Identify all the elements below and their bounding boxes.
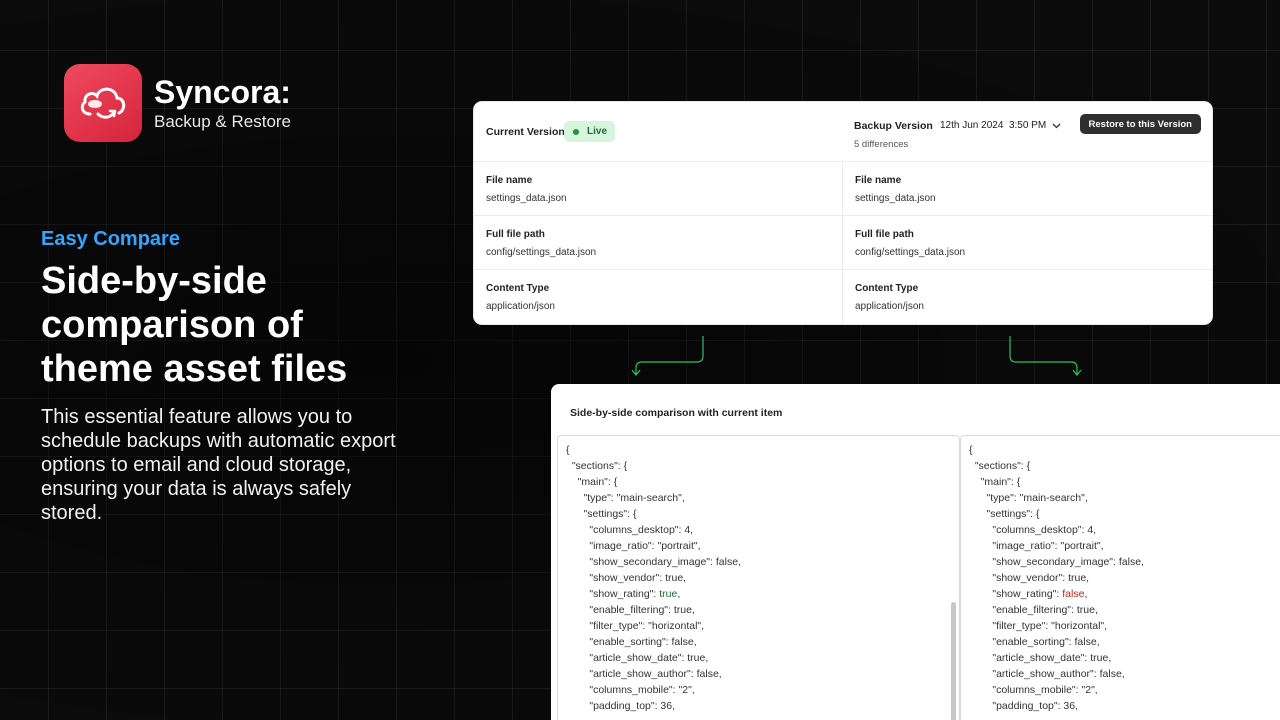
code-line: "filter_type": "horizontal", (969, 620, 1108, 632)
code-line: "columns_mobile": "2", (969, 684, 1098, 696)
code-line: "enable_sorting": false, (566, 636, 697, 648)
code-line: "image_ratio": "portrait", (969, 540, 1104, 552)
code-line: { (566, 444, 570, 456)
code-line: "article_show_date": true, (566, 652, 709, 664)
code-line: "settings": { (969, 508, 1040, 520)
code-line: "padding_top": 36, (566, 700, 676, 712)
code-line: "show_rating": true, (566, 588, 681, 600)
diff-value: false (1062, 588, 1085, 600)
code-line: "image_ratio": "portrait", (566, 540, 701, 552)
backup-code-pane[interactable]: { "sections": { "main": { "type": "main-… (960, 435, 1280, 720)
code-line: "main": { (566, 476, 618, 488)
code-line: "padding_top": 36, (969, 700, 1079, 712)
code-line: "show_secondary_image": false, (969, 556, 1144, 568)
code-line: "show_secondary_image": false, (566, 556, 741, 568)
code-line: "sections": { (969, 460, 1031, 472)
code-line: "show_vendor": true, (969, 572, 1090, 584)
scrollbar[interactable] (951, 602, 956, 720)
current-code: { "sections": { "main": { "type": "main-… (558, 436, 959, 714)
code-line: "columns_desktop": 4, (969, 524, 1097, 536)
backup-code: { "sections": { "main": { "type": "main-… (961, 436, 1280, 714)
comparison-title: Side-by-side comparison with current ite… (570, 407, 783, 419)
code-line: "enable_filtering": true, (969, 604, 1098, 616)
code-line: "show_rating": false, (969, 588, 1088, 600)
code-line: "settings": { (566, 508, 637, 520)
code-line: "article_show_author": false, (566, 668, 722, 680)
comparison-card: Side-by-side comparison with current ite… (551, 384, 1280, 720)
code-line: "enable_filtering": true, (566, 604, 695, 616)
code-line: "sections": { (566, 460, 628, 472)
diff-value: true (659, 588, 678, 600)
left-connector-arrow (635, 336, 704, 374)
code-line: "article_show_author": false, (969, 668, 1125, 680)
code-line: "type": "main-search", (969, 492, 1088, 504)
code-line: "show_vendor": true, (566, 572, 687, 584)
code-line: "filter_type": "horizontal", (566, 620, 705, 632)
code-line: "columns_desktop": 4, (566, 524, 694, 536)
code-line: "article_show_date": true, (969, 652, 1112, 664)
code-line: { (969, 444, 973, 456)
code-line: "columns_mobile": "2", (566, 684, 695, 696)
code-line: "type": "main-search", (566, 492, 685, 504)
right-connector-arrow (1009, 336, 1078, 374)
code-line: "main": { (969, 476, 1021, 488)
code-line: "enable_sorting": false, (969, 636, 1100, 648)
current-code-pane[interactable]: { "sections": { "main": { "type": "main-… (557, 435, 960, 720)
